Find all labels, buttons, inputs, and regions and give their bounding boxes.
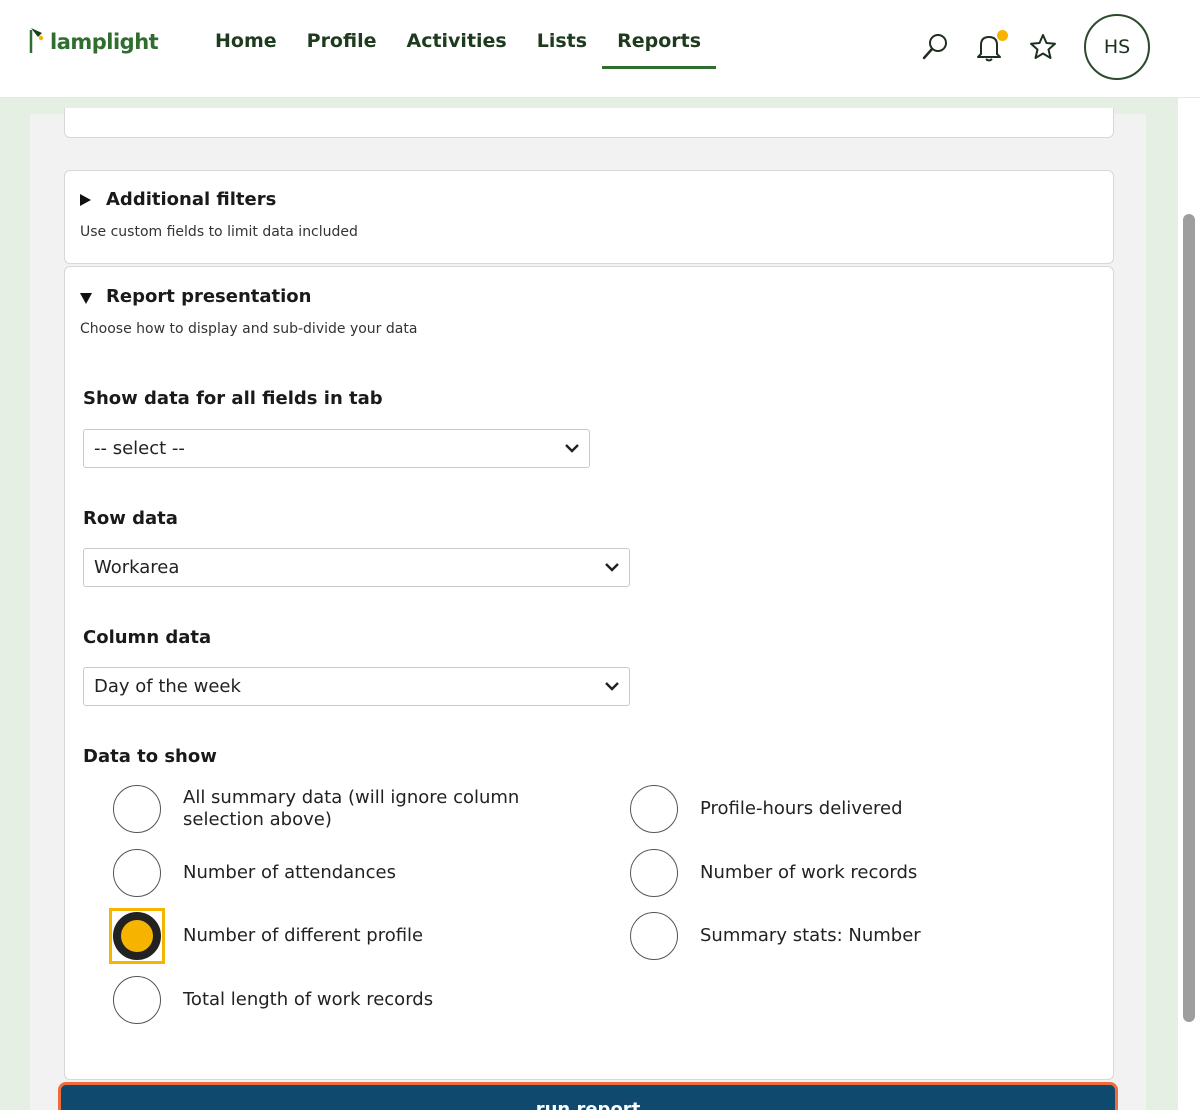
option-work-records[interactable]: Number of work records — [630, 849, 1080, 897]
option-attendances[interactable]: Number of attendances — [113, 849, 563, 897]
nav-lists[interactable]: Lists — [522, 26, 602, 69]
option-label: Number of different profile — [183, 925, 424, 946]
nav-reports[interactable]: Reports — [602, 26, 717, 69]
scrollbar-thumb[interactable] — [1183, 214, 1195, 1022]
radio-total-length[interactable] — [113, 976, 161, 1024]
lamplight-logo[interactable]: lamplight — [26, 24, 159, 54]
main-nav: Home Profile Activities Lists Reports — [200, 26, 717, 69]
additional-filters-heading[interactable]: Additional filters — [80, 189, 276, 210]
option-label: All summary data (will ignore column sel… — [183, 787, 520, 830]
logo-text: lamplight — [50, 30, 159, 54]
tab-select-value: -- select -- — [94, 438, 185, 459]
option-label: Total length of work records — [183, 989, 434, 1010]
additional-filters-subtitle: Use custom fields to limit data included — [80, 224, 358, 240]
report-presentation-title: Report presentation — [106, 286, 312, 307]
radio-summary-stats[interactable] — [630, 912, 678, 960]
chevron-down-icon — [565, 444, 579, 453]
run-report-button[interactable]: run report — [58, 1082, 1118, 1110]
radio-work-records[interactable] — [630, 849, 678, 897]
option-total-length[interactable]: Total length of work records — [113, 976, 563, 1024]
option-different-profile[interactable]: Number of different profile — [109, 908, 563, 964]
column-data-label: Column data — [83, 627, 212, 648]
option-profile-hours[interactable]: Profile-hours delivered — [630, 785, 1080, 833]
option-all-summary[interactable]: All summary data (will ignore column sel… — [113, 785, 563, 833]
star-icon[interactable] — [1026, 30, 1060, 64]
column-data-value: Day of the week — [94, 676, 241, 697]
radio-all-summary[interactable] — [113, 785, 161, 833]
notification-dot — [997, 30, 1008, 41]
data-to-show-label: Data to show — [83, 746, 217, 767]
chevron-down-icon — [605, 682, 619, 691]
tab-select[interactable]: -- select -- — [83, 429, 590, 468]
expand-arrow-icon — [80, 193, 92, 206]
nav-activities[interactable]: Activities — [391, 26, 521, 69]
collapse-arrow-icon — [80, 291, 92, 304]
option-label: Profile-hours delivered — [700, 798, 903, 819]
focus-ring — [109, 908, 165, 964]
radio-profile-hours[interactable] — [630, 785, 678, 833]
header-icons: HS — [898, 14, 1150, 80]
page-scrollbar[interactable] — [1178, 98, 1200, 1110]
radio-attendances[interactable] — [113, 849, 161, 897]
top-navigation-bar: lamplight Home Profile Activities Lists … — [0, 0, 1200, 98]
radio-different-profile[interactable] — [109, 908, 165, 964]
previous-section-card — [64, 108, 1114, 138]
report-presentation-heading[interactable]: Report presentation — [80, 286, 311, 307]
row-data-value: Workarea — [94, 557, 180, 578]
additional-filters-section[interactable]: Additional filters Use custom fields to … — [64, 170, 1114, 264]
row-data-select[interactable]: Workarea — [83, 548, 630, 587]
option-label: Number of work records — [700, 862, 918, 883]
nav-profile[interactable]: Profile — [292, 26, 392, 69]
lamp-icon — [26, 24, 48, 54]
chevron-down-icon — [605, 563, 619, 572]
additional-filters-title: Additional filters — [106, 189, 277, 210]
notifications-bell-icon[interactable] — [972, 30, 1008, 64]
user-avatar[interactable]: HS — [1084, 14, 1150, 80]
search-icon[interactable] — [918, 30, 952, 64]
option-label: Number of attendances — [183, 862, 396, 883]
row-data-label: Row data — [83, 508, 178, 529]
tab-field-label: Show data for all fields in tab — [83, 388, 383, 409]
report-presentation-subtitle: Choose how to display and sub-divide you… — [80, 321, 418, 337]
option-label: Summary stats: Number — [700, 925, 921, 946]
report-presentation-section: Report presentation Choose how to displa… — [64, 266, 1114, 1080]
option-summary-stats[interactable]: Summary stats: Number — [630, 912, 1080, 960]
column-data-select[interactable]: Day of the week — [83, 667, 630, 706]
nav-home[interactable]: Home — [200, 26, 292, 69]
